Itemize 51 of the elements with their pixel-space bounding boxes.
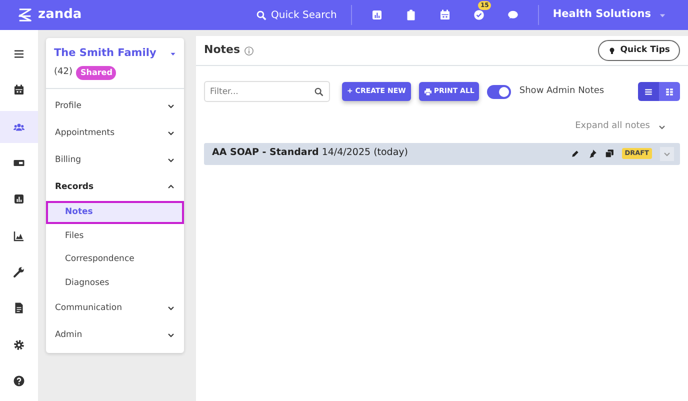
- nav-item[interactable]: Diagnoses: [46, 271, 184, 295]
- list-view-icon: [644, 86, 653, 96]
- chat-icon[interactable]: [506, 9, 519, 21]
- expand-all-button[interactable]: Expand all notes: [569, 119, 672, 134]
- search-icon: [256, 10, 268, 20]
- calendar-icon[interactable]: [13, 84, 25, 96]
- edit-icon[interactable]: [570, 149, 580, 158]
- chart-icon[interactable]: [13, 230, 25, 242]
- switch-label: Show Admin Notes: [519, 84, 604, 98]
- info-icon[interactable]: [244, 46, 254, 56]
- note-title: AA SOAP - Standard 14/4/2025 (today): [212, 146, 408, 160]
- nav-section[interactable]: Admin: [46, 322, 184, 349]
- clipboard-icon[interactable]: [404, 9, 417, 21]
- nav-item[interactable]: Correspondence: [46, 248, 184, 272]
- document-icon[interactable]: [13, 302, 25, 314]
- report-icon[interactable]: [13, 193, 25, 206]
- copy-icon[interactable]: [604, 149, 614, 158]
- nav-item[interactable]: Files: [46, 224, 184, 248]
- grid-view-button[interactable]: [659, 82, 680, 101]
- lightbulb-icon: [608, 46, 616, 54]
- grid-view-icon: [665, 86, 674, 96]
- caret-icon[interactable]: [170, 50, 176, 57]
- search-icon: [314, 86, 324, 96]
- pin-icon[interactable]: [588, 149, 597, 158]
- nav-section[interactable]: Profile: [46, 92, 184, 120]
- nav-section[interactable]: Records: [46, 174, 184, 201]
- organisation-menu[interactable]: Health Solutions: [546, 6, 672, 24]
- search-button[interactable]: Quick Search: [250, 6, 343, 24]
- page-title: Notes: [204, 42, 240, 58]
- caret-icon: [659, 12, 666, 18]
- check-circle-icon[interactable]: [472, 9, 485, 21]
- admin-notes-switch[interactable]: [487, 84, 512, 98]
- nav-section[interactable]: Communication: [46, 294, 184, 322]
- nav-section[interactable]: Billing: [46, 146, 184, 174]
- nav-section[interactable]: Appointments: [46, 120, 184, 147]
- filter-field[interactable]: Filter...: [204, 81, 330, 102]
- menu-icon[interactable]: [13, 48, 25, 60]
- chevron-down-icon: [658, 122, 666, 131]
- logo-icon: [16, 6, 34, 24]
- wrench-icon[interactable]: [13, 266, 25, 278]
- client-name[interactable]: The Smith Family: [54, 46, 156, 62]
- client-count: (42): [54, 66, 72, 79]
- brand-name: zanda: [38, 6, 82, 24]
- chevron-down-icon: [663, 150, 671, 158]
- quick-tips-button[interactable]: Quick Tips: [598, 40, 680, 61]
- settings-icon[interactable]: [13, 338, 25, 351]
- shared-tag: Shared: [76, 66, 116, 80]
- printer-icon: [424, 88, 432, 96]
- help-icon[interactable]: [13, 374, 25, 387]
- nav-item[interactable]: Notes: [46, 200, 184, 224]
- list-view-button[interactable]: [638, 82, 659, 101]
